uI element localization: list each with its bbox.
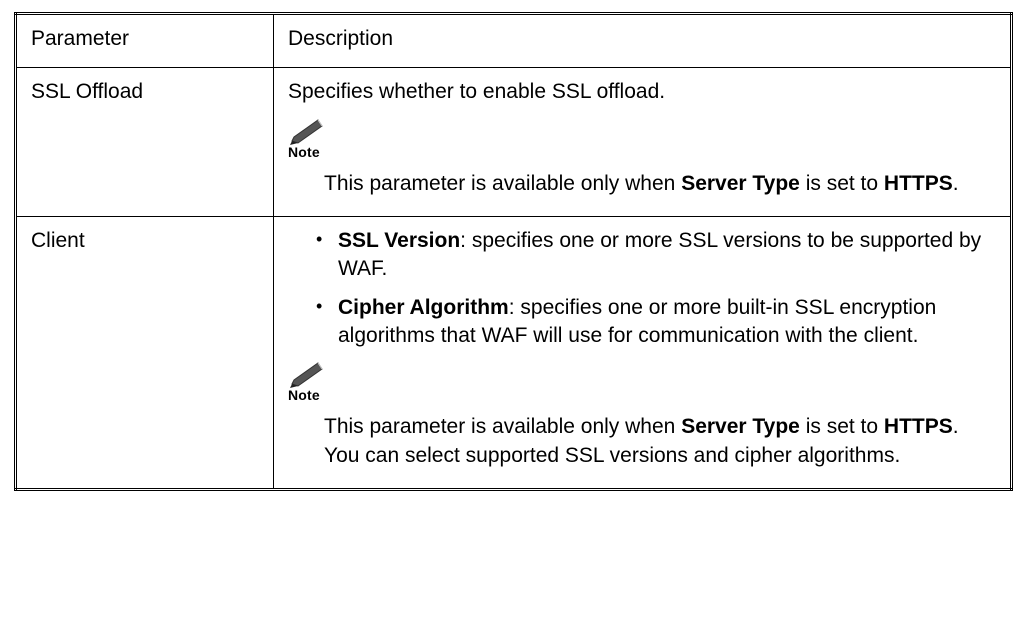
param-desc-client: SSL Version: specifies one or more SSL v… xyxy=(274,216,1012,489)
table-row: Client SSL Version: specifies one or mor… xyxy=(16,216,1012,489)
table-row: SSL Offload Specifies whether to enable … xyxy=(16,68,1012,217)
param-name-client: Client xyxy=(16,216,274,489)
header-description: Description xyxy=(274,14,1012,68)
note-body: This parameter is available only when Se… xyxy=(324,170,996,198)
header-parameter: Parameter xyxy=(16,14,274,68)
list-item: Cipher Algorithm: specifies one or more … xyxy=(316,294,996,351)
note-text: This parameter is available only when xyxy=(324,415,681,438)
note-block: Note This parameter is available only wh… xyxy=(288,360,996,470)
bullet-bold-ssl-version: SSL Version xyxy=(338,229,460,252)
param-desc-ssl-offload: Specifies whether to enable SSL offload.… xyxy=(274,68,1012,217)
note-label: Note xyxy=(288,386,996,405)
bullet-bold-cipher-algorithm: Cipher Algorithm xyxy=(338,296,509,319)
note-text: is set to xyxy=(800,415,884,438)
note-label: Note xyxy=(288,143,996,162)
param-name-ssl-offload: SSL Offload xyxy=(16,68,274,217)
note-bold-https: HTTPS xyxy=(884,172,953,195)
note-bold-https: HTTPS xyxy=(884,415,953,438)
note-text: is set to xyxy=(800,172,884,195)
note-body: This parameter is available only when Se… xyxy=(324,413,996,470)
note-text: This parameter is available only when xyxy=(324,172,681,195)
list-item: SSL Version: specifies one or more SSL v… xyxy=(316,227,996,284)
bullet-list: SSL Version: specifies one or more SSL v… xyxy=(288,227,996,350)
note-text: . xyxy=(953,172,959,195)
table-header-row: Parameter Description xyxy=(16,14,1012,68)
note-block: Note This parameter is available only wh… xyxy=(288,117,996,198)
desc-intro: Specifies whether to enable SSL offload. xyxy=(288,78,996,106)
note-bold-server-type: Server Type xyxy=(681,415,800,438)
note-bold-server-type: Server Type xyxy=(681,172,800,195)
parameter-table: Parameter Description SSL Offload Specif… xyxy=(14,12,1013,491)
